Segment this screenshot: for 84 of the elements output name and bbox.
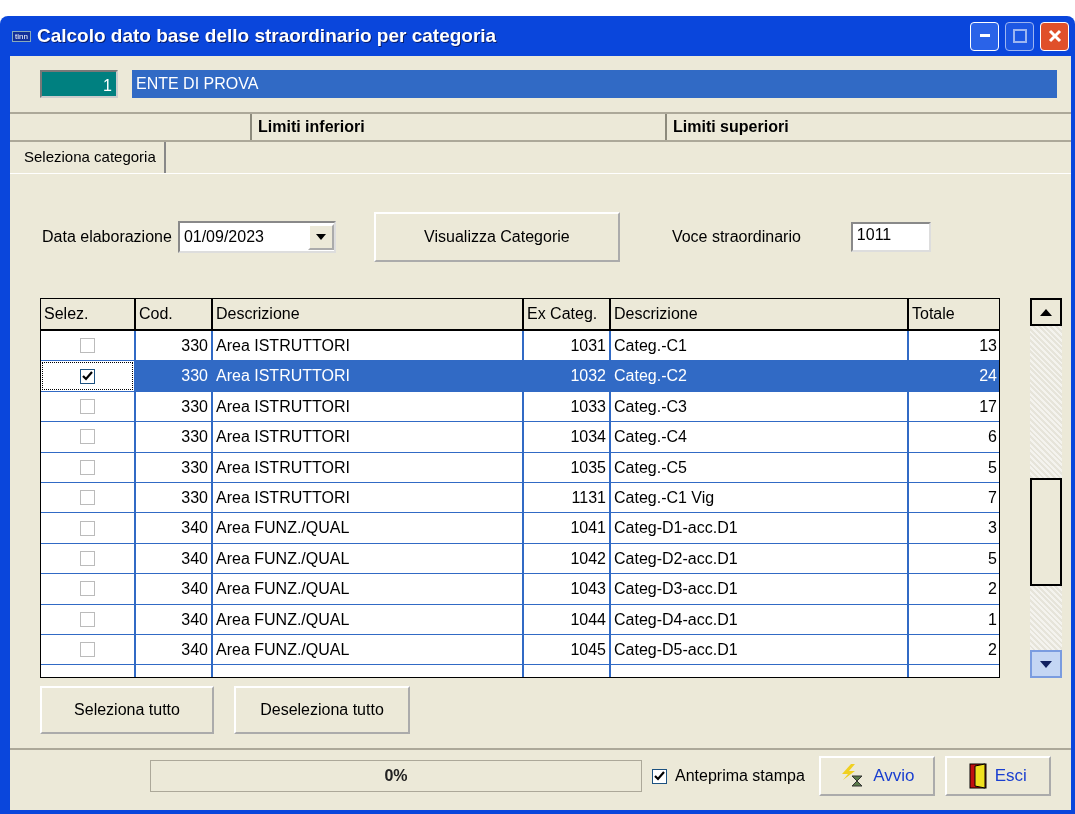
minimize-button[interactable] bbox=[970, 21, 999, 51]
table-cell: 13 bbox=[907, 331, 999, 361]
table-cell: 1034 bbox=[522, 422, 609, 452]
table-cell: 1041 bbox=[522, 513, 609, 543]
exit-button[interactable]: Esci bbox=[944, 756, 1051, 796]
scroll-down-button[interactable] bbox=[1030, 650, 1062, 678]
table-cell: 330 bbox=[134, 391, 211, 422]
checkbox[interactable] bbox=[80, 398, 95, 414]
select-all-button[interactable]: Seleziona tutto bbox=[40, 686, 214, 734]
print-preview-checkbox[interactable]: Anteprima stampa bbox=[652, 767, 805, 785]
checkbox[interactable] bbox=[80, 550, 95, 566]
table-cell: 3 bbox=[907, 513, 999, 543]
date-label: Data elaborazione bbox=[42, 228, 172, 246]
column-header[interactable]: Totale bbox=[907, 299, 999, 329]
window-title: Calcolo dato base dello straordinario per categoria bbox=[36, 25, 498, 47]
table-cell: 2 bbox=[907, 574, 999, 604]
table-cell: 1131 bbox=[522, 482, 609, 513]
app-icon: tinn bbox=[12, 30, 31, 42]
overtime-item-label: Voce straordinario bbox=[671, 228, 801, 246]
table-cell: 24 bbox=[907, 361, 999, 391]
table-cell: Area ISTRUTTORI bbox=[211, 361, 522, 391]
table-cell: 330 bbox=[134, 361, 211, 391]
table-cell: 1033 bbox=[522, 391, 609, 422]
table-cell: 5 bbox=[907, 452, 999, 482]
table-cell: 1031 bbox=[522, 331, 609, 361]
checkbox[interactable] bbox=[80, 429, 95, 445]
scrollbar[interactable] bbox=[1030, 298, 1062, 678]
scroll-thumb[interactable] bbox=[1030, 478, 1062, 586]
table-cell: 340 bbox=[134, 513, 211, 543]
table-cell: 330 bbox=[134, 452, 211, 482]
scroll-up-button[interactable] bbox=[1030, 298, 1062, 326]
table-cell: 340 bbox=[134, 604, 211, 634]
table-cell: 1043 bbox=[522, 574, 609, 604]
table-cell: 17 bbox=[907, 391, 999, 422]
minimize-icon bbox=[979, 34, 990, 38]
checkbox[interactable] bbox=[80, 581, 95, 597]
column-header[interactable]: Descrizione bbox=[609, 299, 907, 329]
table-cell: 340 bbox=[134, 574, 211, 604]
dropdown-arrow-icon bbox=[315, 234, 326, 240]
table-cell: 6 bbox=[907, 422, 999, 452]
table-cell: 1042 bbox=[522, 543, 609, 574]
up-arrow-icon bbox=[1040, 308, 1052, 316]
section-header: Limiti superiori bbox=[665, 114, 1071, 140]
entity-name: ENTE DI PROVA bbox=[132, 70, 1057, 98]
down-arrow-icon bbox=[1040, 660, 1052, 668]
checkbox[interactable] bbox=[80, 338, 95, 354]
checkbox[interactable] bbox=[80, 520, 95, 536]
column-header[interactable]: Cod. bbox=[134, 299, 211, 329]
table-cell: 5 bbox=[907, 543, 999, 574]
table-cell: 2 bbox=[907, 634, 999, 665]
close-icon bbox=[1047, 29, 1062, 43]
close-button[interactable] bbox=[1040, 21, 1069, 51]
table-cell: 1035 bbox=[522, 452, 609, 482]
checkbox[interactable] bbox=[80, 490, 95, 506]
checkmark-icon bbox=[82, 371, 93, 382]
table-cell: 340 bbox=[134, 634, 211, 665]
table-cell: 340 bbox=[134, 543, 211, 574]
table-cell: 7 bbox=[907, 482, 999, 513]
table-cell: 1044 bbox=[522, 604, 609, 634]
table-cell: Categ.-C2 bbox=[609, 361, 907, 391]
checkbox[interactable] bbox=[80, 459, 95, 475]
checkbox[interactable] bbox=[80, 611, 95, 627]
date-dropdown[interactable]: 01/09/2023 bbox=[177, 221, 336, 253]
table-cell: 330 bbox=[134, 482, 211, 513]
table-cell: 1032 bbox=[522, 361, 609, 391]
show-categories-button[interactable]: Visualizza Categorie bbox=[373, 212, 620, 262]
checkbox[interactable] bbox=[80, 368, 95, 384]
column-header[interactable]: Descrizione bbox=[211, 299, 522, 329]
column-header[interactable]: Ex Categ. bbox=[522, 299, 609, 329]
table-cell: 1045 bbox=[522, 634, 609, 665]
maximize-icon bbox=[1012, 29, 1027, 43]
table-cell: 330 bbox=[134, 331, 211, 361]
maximize-button[interactable] bbox=[1005, 21, 1034, 51]
overtime-item-field[interactable]: 1011 bbox=[850, 222, 931, 252]
entity-code: 1 bbox=[40, 70, 118, 98]
column-header[interactable]: Selez. bbox=[41, 299, 134, 329]
section-header: Limiti inferiori bbox=[250, 114, 665, 140]
deselect-all-button[interactable]: Deseleziona tutto bbox=[234, 686, 410, 734]
table-cell: 1 bbox=[907, 604, 999, 634]
door-icon bbox=[968, 763, 987, 789]
checkbox[interactable] bbox=[80, 642, 95, 658]
table-cell: 330 bbox=[134, 422, 211, 452]
checkmark-icon bbox=[654, 771, 665, 781]
start-button[interactable]: Avvio bbox=[818, 756, 935, 796]
